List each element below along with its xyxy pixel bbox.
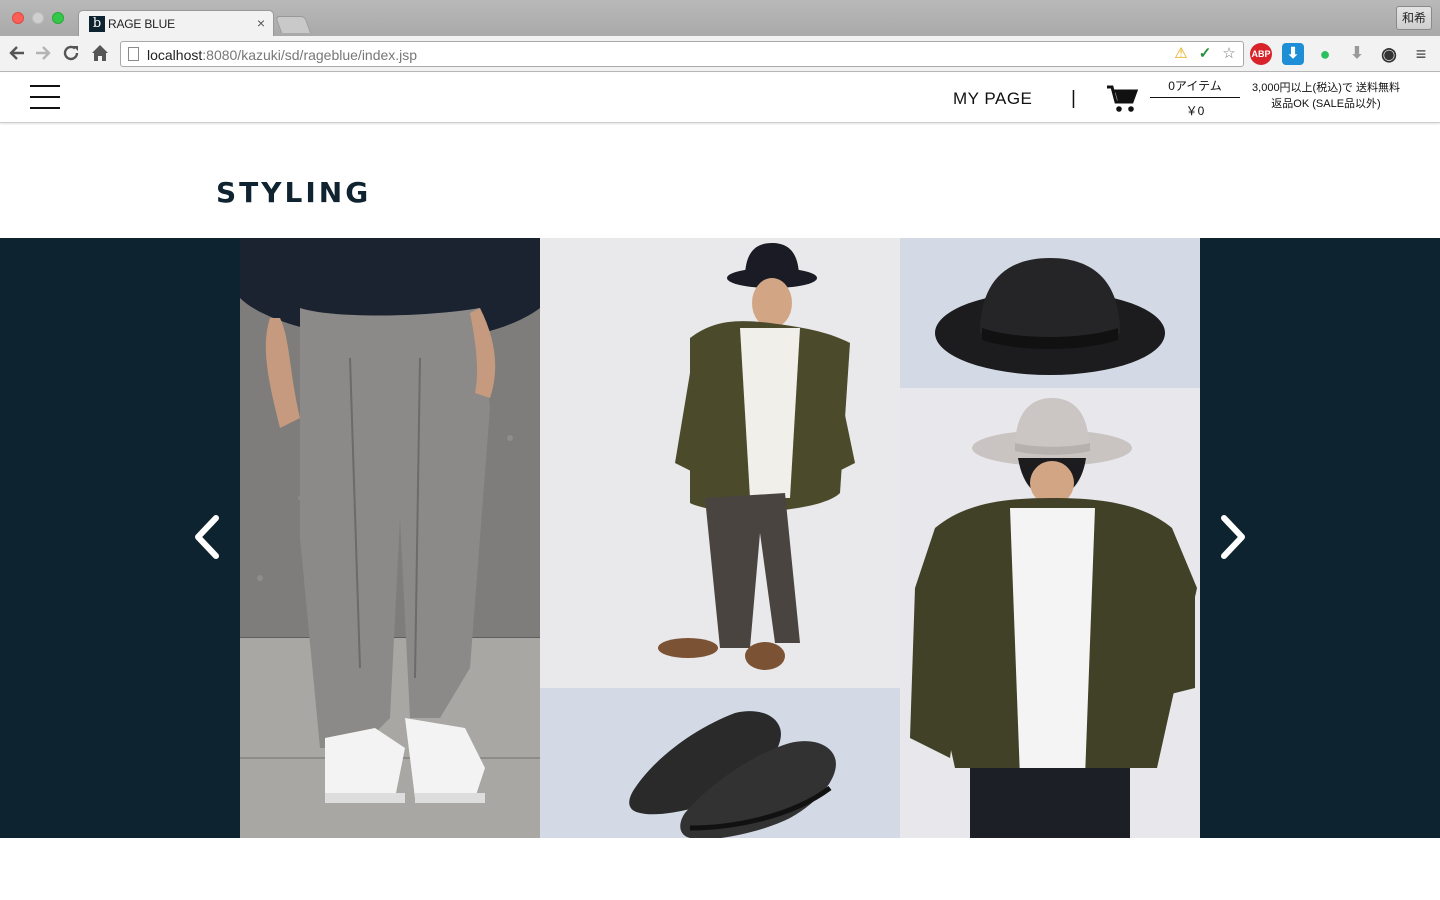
header-divider: |	[1071, 88, 1076, 109]
photo-look-pants-sneakers[interactable]	[240, 238, 540, 838]
reload-icon[interactable]	[60, 42, 82, 64]
carousel-prev-chevron-icon[interactable]	[188, 512, 228, 562]
section-title: STYLING	[216, 176, 372, 209]
shipping-line-2: 返品OK (SALE品以外)	[1271, 98, 1381, 110]
browser-menu-icon[interactable]: ≡	[1410, 43, 1432, 65]
url-text[interactable]: localhost:8080/kazuki/sd/rageblue/index.…	[147, 47, 417, 63]
photo-item-black-hat[interactable]	[900, 238, 1200, 388]
browser-tab[interactable]: b RAGE BLUE ×	[78, 10, 274, 37]
photo-look-khaki-jacket-grey-hat[interactable]	[900, 388, 1200, 838]
hide-extension-icon[interactable]: ⬇	[1346, 43, 1368, 65]
back-arrow-icon[interactable]	[6, 42, 28, 64]
browser-titlebar: b RAGE BLUE × 和希	[0, 0, 1440, 37]
styling-carousel	[0, 238, 1440, 838]
forward-arrow-icon[interactable]	[32, 42, 54, 64]
cart-item-count[interactable]: 0アイテム	[1150, 77, 1240, 98]
evernote-icon[interactable]: ●	[1314, 43, 1336, 65]
download-icon[interactable]: ⬇	[1282, 43, 1304, 65]
page-icon	[128, 47, 139, 61]
shipping-info: 3,000円以上(税込)で 送料無料 返品OK (SALE品以外)	[1246, 80, 1406, 112]
address-bar[interactable]: localhost:8080/kazuki/sd/rageblue/index.…	[120, 41, 1244, 67]
maximize-window-button[interactable]	[52, 12, 64, 24]
minimize-window-button[interactable]	[32, 12, 44, 24]
browser-toolbar: localhost:8080/kazuki/sd/rageblue/index.…	[0, 36, 1440, 72]
cart-icon[interactable]	[1106, 84, 1139, 114]
hamburger-menu-icon[interactable]	[30, 85, 60, 111]
photo-item-black-shoes[interactable]	[540, 688, 900, 838]
record-icon[interactable]: ◉	[1378, 43, 1400, 65]
photo-look-khaki-jacket-black-hat[interactable]	[540, 238, 900, 688]
adblock-icon[interactable]: ABP	[1250, 43, 1272, 65]
cart-total: ￥0	[1185, 104, 1205, 118]
new-tab-button[interactable]	[274, 16, 312, 33]
site-header: MY PAGE | 0アイテム ￥0 3,000円以上(税込)で 送料無料 返品…	[0, 73, 1440, 123]
home-icon[interactable]	[89, 42, 111, 64]
bookmark-star-icon[interactable]: ☆	[1219, 44, 1239, 64]
shipping-line-1: 3,000円以上(税込)で 送料無料	[1252, 82, 1400, 94]
profile-button[interactable]: 和希	[1396, 6, 1432, 30]
warning-icon[interactable]: ⚠	[1171, 44, 1191, 64]
translate-check-icon[interactable]: ✓	[1195, 44, 1215, 64]
site-favicon-icon: b	[89, 16, 105, 32]
tab-title: RAGE BLUE	[108, 17, 175, 31]
carousel-next-chevron-icon[interactable]	[1212, 512, 1252, 562]
my-page-link[interactable]: MY PAGE	[953, 89, 1032, 109]
tab-close-icon[interactable]: ×	[257, 15, 265, 31]
close-window-button[interactable]	[12, 12, 24, 24]
